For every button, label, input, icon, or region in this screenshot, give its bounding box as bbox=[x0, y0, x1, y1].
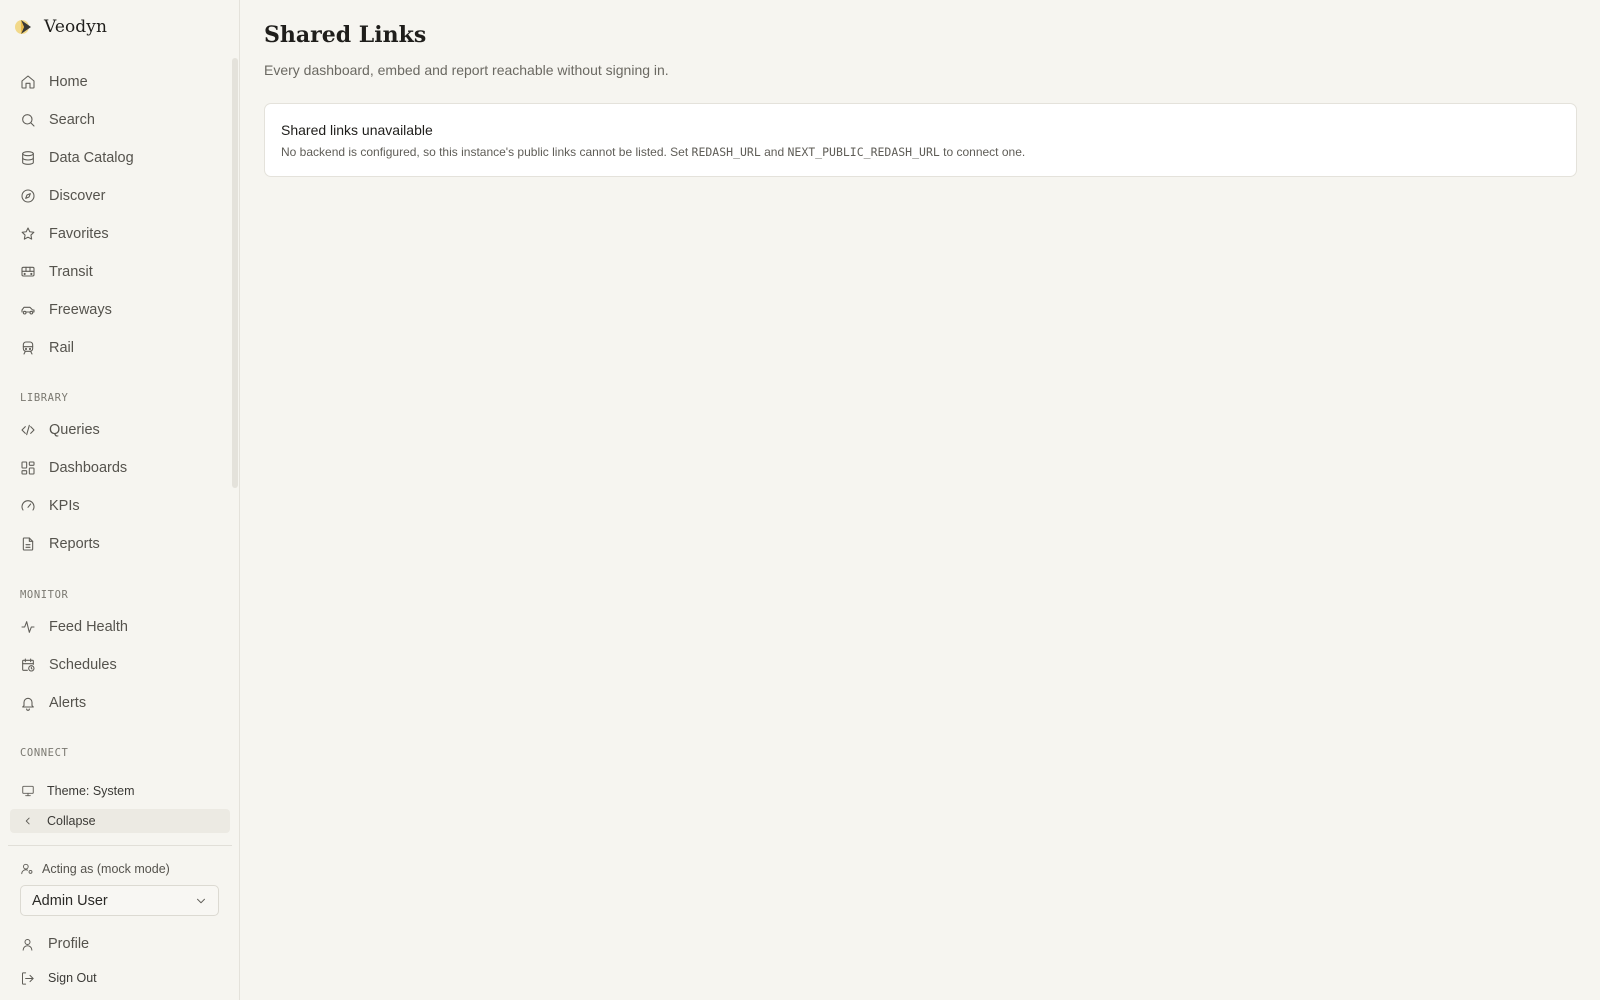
page-title: Shared Links bbox=[264, 22, 427, 48]
code-icon bbox=[21, 424, 35, 436]
sidebar-item-label: Favorites bbox=[49, 226, 109, 242]
train-icon bbox=[22, 341, 34, 355]
brand-name: Veodyn bbox=[44, 17, 108, 37]
user-icon bbox=[22, 938, 33, 951]
section-label-monitor: MONITOR bbox=[20, 589, 69, 601]
collapse-sidebar-button[interactable]: Collapse bbox=[10, 809, 230, 833]
sidebar-item-dashboards[interactable]: Dashboards bbox=[10, 452, 230, 484]
sidebar-item-alerts[interactable]: Alerts bbox=[10, 687, 230, 719]
sidebar-item-home[interactable]: Home bbox=[10, 66, 230, 98]
search-icon bbox=[22, 114, 35, 127]
log-out-icon bbox=[22, 971, 34, 985]
sidebar-item-label: Data Catalog bbox=[49, 150, 134, 166]
sidebar-item-transit[interactable]: Transit bbox=[10, 256, 230, 288]
theme-toggle-label: Theme: System bbox=[47, 784, 135, 798]
sidebar-item-label: Freeways bbox=[49, 302, 112, 318]
sidebar-item-schedules[interactable]: Schedules bbox=[10, 649, 230, 681]
sidebar-item-favorites[interactable]: Favorites bbox=[10, 218, 230, 250]
sidebar-item-label: Schedules bbox=[49, 657, 117, 673]
notice-body: No backend is configured, so this instan… bbox=[281, 145, 1560, 159]
sidebar-item-kpis[interactable]: KPIs bbox=[10, 490, 230, 522]
database-icon bbox=[22, 151, 34, 165]
sidebar-item-discover[interactable]: Discover bbox=[10, 180, 230, 212]
section-label-connect: CONNECT bbox=[20, 747, 69, 759]
compass-icon bbox=[21, 189, 35, 203]
page-subtitle: Every dashboard, embed and report reacha… bbox=[264, 62, 669, 78]
gauge-icon bbox=[21, 500, 35, 511]
activity-icon bbox=[21, 621, 35, 633]
brand-logo-icon bbox=[15, 20, 31, 34]
notice-body-middle: and bbox=[760, 145, 788, 159]
sidebar-item-rail[interactable]: Rail bbox=[10, 332, 230, 364]
env-var-redash-url: REDASH_URL bbox=[691, 145, 761, 159]
acting-user-value: Admin User bbox=[32, 892, 108, 909]
notice-body-prefix: No backend is configured, so this instan… bbox=[281, 145, 692, 159]
sidebar-item-label: Queries bbox=[49, 422, 100, 438]
bus-icon bbox=[21, 266, 35, 277]
sidebar-scrollbar[interactable] bbox=[232, 58, 238, 488]
sidebar-item-label: Feed Health bbox=[49, 619, 128, 635]
sidebar-item-label: Dashboards bbox=[49, 460, 128, 476]
star-icon bbox=[21, 227, 35, 240]
document-icon bbox=[22, 537, 34, 551]
profile-link[interactable]: Profile bbox=[10, 931, 230, 957]
acting-as-text: Acting as (mock mode) bbox=[42, 862, 170, 876]
sign-out-button[interactable]: Sign Out bbox=[10, 965, 230, 991]
monitor-icon bbox=[22, 785, 34, 797]
notice-title: Shared links unavailable bbox=[281, 122, 433, 138]
sidebar-item-label: Transit bbox=[49, 264, 93, 280]
chevron-left-icon bbox=[25, 817, 30, 825]
user-settings-icon bbox=[21, 863, 33, 875]
sidebar-item-label: Discover bbox=[49, 188, 106, 204]
bell-icon bbox=[22, 697, 34, 711]
sidebar-item-data-catalog[interactable]: Data Catalog bbox=[10, 142, 230, 174]
sidebar-item-feed-health[interactable]: Feed Health bbox=[10, 611, 230, 643]
sidebar-item-label: Home bbox=[49, 74, 88, 90]
theme-toggle-button[interactable]: Theme: System bbox=[10, 779, 230, 803]
sidebar-item-label: Search bbox=[49, 112, 95, 128]
sidebar-item-search[interactable]: Search bbox=[10, 104, 230, 136]
sidebar: Veodyn Home Search Data Catalog Discover… bbox=[0, 0, 240, 1000]
sidebar-item-freeways[interactable]: Freeways bbox=[10, 294, 230, 326]
sidebar-item-label: Rail bbox=[49, 340, 74, 356]
profile-label: Profile bbox=[48, 936, 90, 952]
section-label-library: LIBRARY bbox=[20, 392, 69, 404]
acting-as-label: Acting as (mock mode) bbox=[20, 862, 170, 876]
chevron-down-icon bbox=[197, 898, 205, 903]
collapse-label: Collapse bbox=[47, 814, 96, 828]
calendar-clock-icon bbox=[22, 658, 35, 672]
sidebar-item-queries[interactable]: Queries bbox=[10, 414, 230, 446]
sidebar-divider bbox=[8, 845, 232, 846]
shared-links-notice: Shared links unavailable No backend is c… bbox=[264, 103, 1577, 177]
home-icon bbox=[21, 75, 35, 89]
dashboard-grid-icon bbox=[21, 461, 35, 475]
notice-body-suffix: to connect one. bbox=[939, 145, 1026, 159]
sidebar-item-label: KPIs bbox=[49, 498, 80, 514]
sidebar-item-reports[interactable]: Reports bbox=[10, 528, 230, 560]
sign-out-label: Sign Out bbox=[48, 971, 97, 985]
acting-user-select[interactable]: Admin User bbox=[20, 885, 219, 916]
car-icon bbox=[21, 306, 35, 315]
env-var-next-public-redash-url: NEXT_PUBLIC_REDASH_URL bbox=[787, 145, 940, 159]
brand[interactable]: Veodyn bbox=[12, 14, 107, 40]
sidebar-item-label: Alerts bbox=[49, 695, 87, 711]
sidebar-item-label: Reports bbox=[49, 536, 100, 552]
